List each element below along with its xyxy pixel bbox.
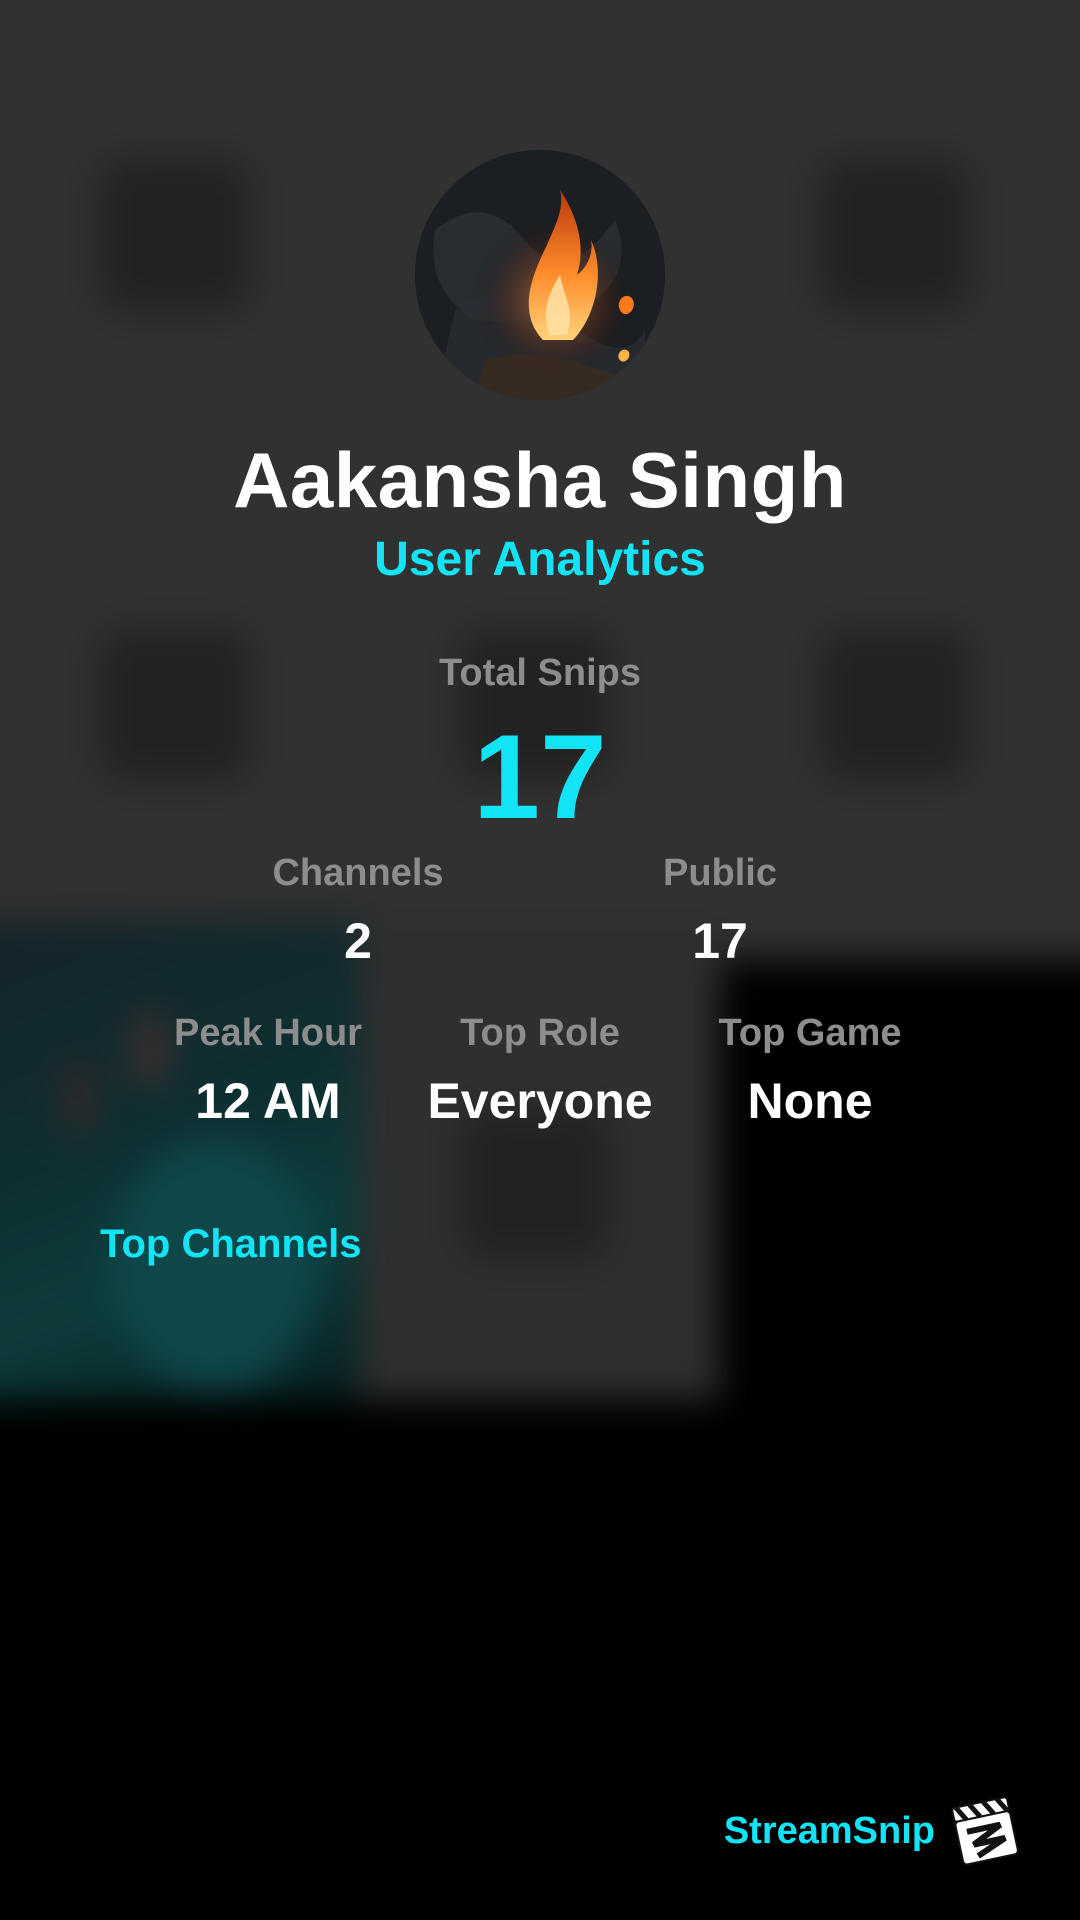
top-role-label: Top Role bbox=[460, 1012, 620, 1054]
public-value: 17 bbox=[692, 913, 748, 969]
top-game-label: Top Game bbox=[718, 1012, 902, 1054]
peak-hour-value: 12 AM bbox=[195, 1073, 341, 1129]
channels-value: 2 bbox=[344, 913, 372, 969]
total-snips-value: 17 bbox=[473, 710, 607, 844]
campfire-avatar bbox=[415, 150, 665, 400]
public-label: Public bbox=[662, 852, 778, 894]
top-role-value: Everyone bbox=[427, 1073, 653, 1129]
peak-hour-label: Peak Hour bbox=[174, 1012, 362, 1054]
analytics-card: Aakansha Singh User Analytics Total Snip… bbox=[0, 0, 1080, 1920]
top-game-value: None bbox=[747, 1073, 873, 1129]
user-name: Aakansha Singh bbox=[233, 436, 847, 524]
page-subtitle: User Analytics bbox=[374, 533, 706, 586]
brand-footer: StreamSnip bbox=[640, 1790, 1025, 1870]
clapperboard-icon bbox=[945, 1790, 1025, 1870]
total-snips-label: Total Snips bbox=[439, 652, 641, 694]
avatar bbox=[415, 150, 665, 400]
brand-name: StreamSnip bbox=[723, 1810, 935, 1852]
channels-label: Channels bbox=[272, 852, 444, 894]
top-channels-heading: Top Channels bbox=[100, 1222, 362, 1266]
